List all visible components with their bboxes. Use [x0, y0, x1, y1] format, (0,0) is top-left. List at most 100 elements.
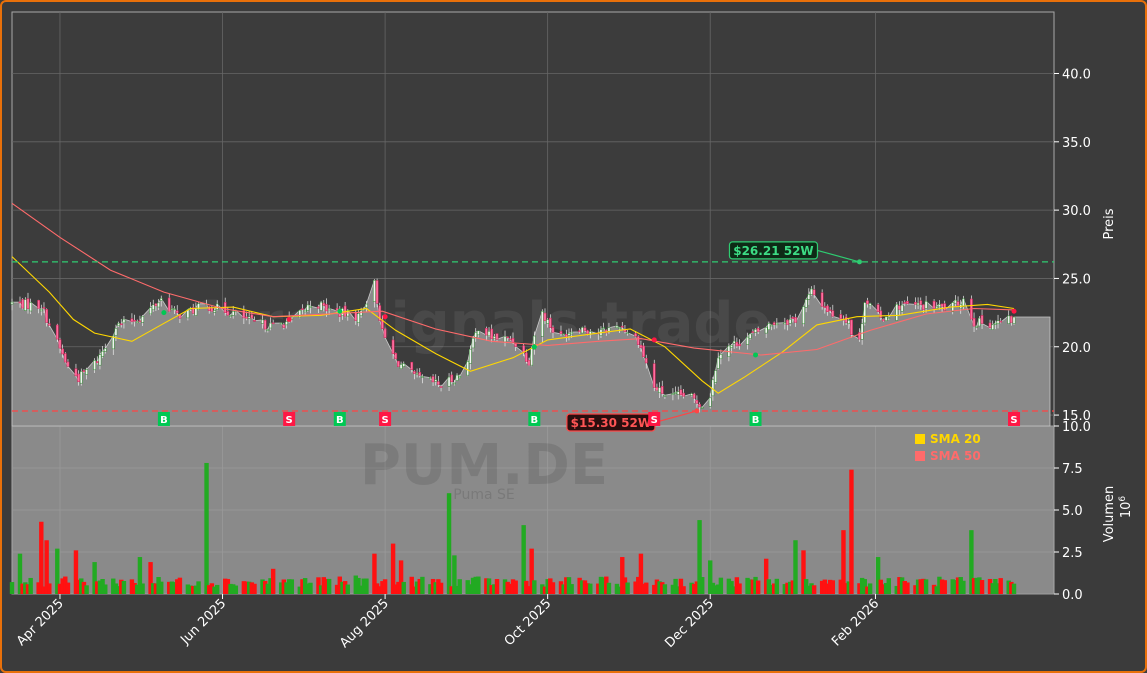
candle-body [807, 294, 811, 300]
candle-body [570, 331, 573, 335]
candle-body [580, 327, 584, 334]
candle-body [791, 317, 795, 319]
candle-body [764, 327, 768, 334]
candle-body [543, 312, 547, 322]
candle-body [698, 403, 701, 408]
candle-body [876, 304, 880, 312]
volume-bar [606, 582, 612, 594]
candle-body [922, 304, 925, 310]
candle-body [839, 314, 843, 320]
volume-bar [700, 577, 705, 594]
volume-bar [550, 582, 556, 594]
x-axis: Apr 2025 Jun 2025 Aug 2025 Oct 2025 Dec 2025… [14, 594, 882, 651]
candle-body [943, 303, 947, 311]
candle-body [458, 376, 462, 379]
candle-body [415, 372, 419, 375]
candle-body [490, 328, 494, 340]
ref-callout-label: $26.21 52W [733, 244, 813, 258]
candle-body [373, 280, 376, 302]
candle-body [421, 376, 424, 378]
volume-bar [662, 584, 668, 594]
candle-body [282, 324, 286, 328]
candle-body [309, 305, 312, 308]
candle-body [391, 339, 395, 354]
candle-body [506, 336, 510, 339]
candle-body [831, 310, 835, 317]
volume-bar [513, 580, 518, 594]
candle-body [130, 318, 134, 322]
candle-body [714, 370, 717, 383]
volume-bar [233, 585, 239, 594]
price-tick-label: 30.0 [1062, 204, 1091, 219]
candle-body [271, 322, 275, 325]
candle-body [45, 309, 48, 323]
buy-signal-dot [753, 352, 759, 358]
volume-bar [998, 578, 1003, 594]
candle-body [692, 393, 696, 399]
candle-body [101, 350, 104, 357]
candle-body [708, 397, 712, 407]
candle-body [660, 386, 664, 394]
candle-body [413, 371, 416, 374]
watermark-company: Puma SE [453, 487, 514, 503]
volume-axis-unit: 106 [1118, 496, 1134, 519]
volume-bar [886, 578, 891, 594]
sell-signal-label: S [286, 415, 293, 426]
candle-body [397, 360, 400, 367]
candle-body [58, 339, 62, 349]
buy-signal-label: B [336, 415, 344, 426]
candle-body [626, 332, 629, 335]
sell-signal-label: S [381, 415, 388, 426]
candle-body [527, 359, 531, 366]
legend-swatch-sma20 [915, 434, 925, 444]
candle-body [994, 322, 997, 325]
candle-body [508, 338, 512, 341]
candle-body [229, 315, 232, 317]
volume-bar [961, 580, 966, 594]
volume-bar [420, 576, 425, 594]
volume-tick-label: 7.5 [1062, 462, 1083, 477]
candle-body [620, 325, 624, 328]
candle-body [548, 317, 552, 328]
candle-body [551, 327, 555, 333]
x-tick-label: Dec 2025 [662, 596, 717, 651]
volume-bar [345, 584, 350, 594]
candle-body [117, 322, 120, 327]
candle-body [213, 310, 216, 313]
x-tick-label: Aug 2025 [337, 596, 392, 651]
candle-body [250, 314, 254, 319]
candle-body [354, 312, 358, 321]
volume-bar [196, 581, 201, 594]
candle-body [914, 302, 917, 305]
volume-bar [793, 540, 798, 594]
candle-body [586, 330, 589, 334]
candle-body [716, 357, 720, 369]
price-tick-label: 25.0 [1062, 272, 1091, 287]
candle-body [812, 289, 816, 296]
candle-body [266, 329, 270, 331]
candle-body [860, 323, 864, 340]
candle-body [325, 304, 328, 312]
candle-body [95, 361, 99, 364]
candle-body [770, 324, 773, 327]
candle-body [695, 400, 699, 404]
candle-body [786, 319, 789, 325]
buy-signal-label: B [752, 415, 760, 426]
candle-body [103, 348, 107, 352]
sell-signal-label: S [651, 415, 658, 426]
volume-bar [737, 583, 742, 594]
volume-tick-label: 5.0 [1062, 504, 1083, 519]
volume-bar [849, 469, 854, 594]
candle-body [991, 324, 995, 330]
volume-bar [588, 583, 593, 594]
candle-body [847, 320, 851, 324]
price-tick-label: 35.0 [1062, 136, 1091, 151]
candle-body [978, 317, 981, 327]
candle-body [823, 306, 827, 308]
price-volume-chart: forexsignals.trade PUM.DE Puma SE $26.21… [9, 11, 1134, 651]
candle-body [938, 304, 941, 308]
candle-body [437, 381, 440, 385]
candle-body [652, 363, 656, 388]
ref-callout-arrowhead [856, 259, 862, 265]
volume-tick-label: 10.0 [1062, 420, 1091, 435]
